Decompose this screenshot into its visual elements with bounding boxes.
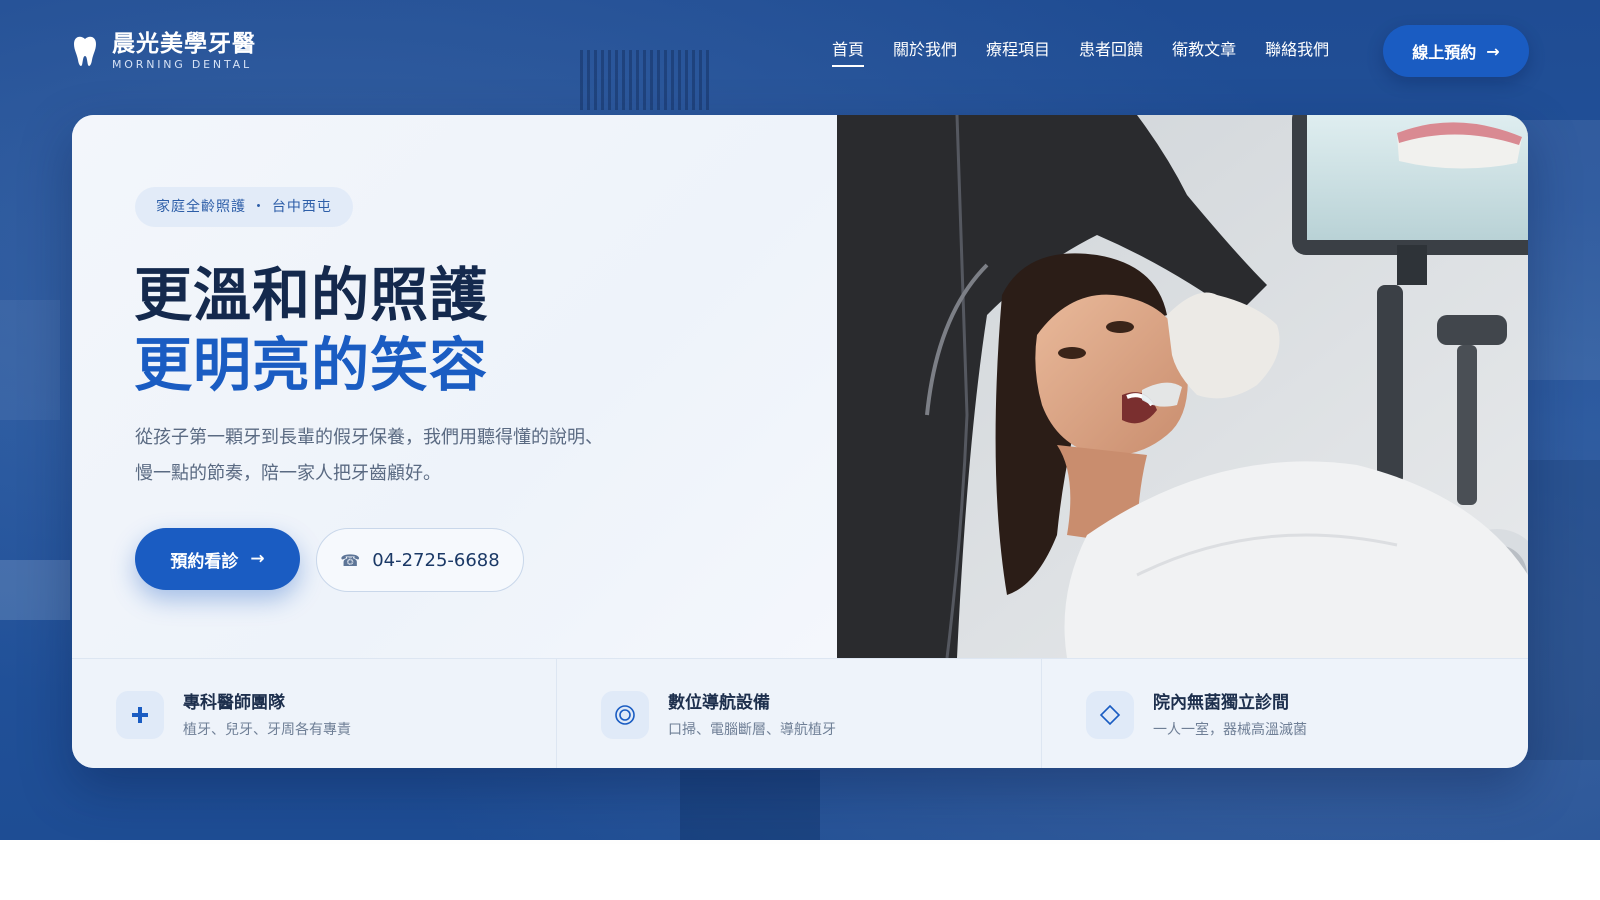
main-menu: 首頁 關於我們 療程項目 患者回饋 衛教文章 聯絡我們 [832,38,1358,67]
feature-title: 專科醫師團隊 [183,693,285,713]
feature-title: 院內無菌獨立診間 [1153,693,1289,713]
hero-description: 從孩子第一顆牙到長輩的假牙保養，我們用聽得懂的說明、慢一點的節奏，陪一家人把牙齒… [135,427,603,484]
plus-icon [116,691,164,739]
brand-name: 晨光美學牙醫 [112,31,256,57]
diamond-icon [1086,691,1134,739]
background-decor [1520,120,1600,380]
phone-button[interactable]: ☎ 04-2725-6688 [316,528,524,592]
nav-item-contact[interactable]: 聯絡我們 [1265,38,1329,62]
brand-text: 晨光美學牙醫 MORNING DENTAL [112,30,256,71]
target-icon [601,691,649,739]
background-decor [680,770,820,840]
feature-title: 數位導航設備 [668,693,770,713]
hero-title-line2: 更明亮的笑容 [134,331,489,399]
book-appointment-button[interactable]: 預約看診 → [135,528,300,590]
feature-item: 專科醫師團隊 植牙、兒牙、牙周各有專責 [72,659,557,768]
arrow-right-icon: → [1486,41,1500,61]
feature-subtitle: 植牙、兒牙、牙周各有專責 [183,722,351,738]
nav-item-treatments[interactable]: 療程項目 [986,38,1050,62]
phone-number: 04-2725-6688 [372,549,500,571]
feature-subtitle: 一人一室，器械高溫滅菌 [1153,722,1307,738]
nav-item-reviews[interactable]: 患者回饋 [1079,38,1143,62]
background-decor [0,300,60,420]
tooth-icon [74,36,96,66]
hero-photo [837,115,1528,658]
online-booking-label: 線上預約 [1412,43,1477,62]
dental-patient-photo [837,115,1528,658]
hero-card: 家庭全齡照護 ・ 台中西屯 更溫和的照護 更明亮的笑容 從孩子第一顆牙到長輩的假… [72,115,1528,768]
arrow-right-icon: → [250,549,265,569]
book-appointment-label: 預約看診 [170,551,239,572]
feature-item: 數位導航設備 口掃、電腦斷層、導航植牙 [557,659,1042,768]
feature-subtitle: 口掃、電腦斷層、導航植牙 [668,722,836,738]
hero-content: 家庭全齡照護 ・ 台中西屯 更溫和的照護 更明亮的笑容 從孩子第一顆牙到長輩的假… [72,115,837,658]
nav-item-about[interactable]: 關於我們 [893,38,957,62]
nav-item-home[interactable]: 首頁 [832,38,865,67]
brand-subtitle: MORNING DENTAL [112,58,252,71]
feature-item: 院內無菌獨立診間 一人一室，器械高溫滅菌 [1042,659,1527,768]
nav-item-articles[interactable]: 衛教文章 [1172,38,1236,62]
hero-title-line1: 更溫和的照護 [134,261,489,329]
phone-icon: ☎ [340,550,361,570]
online-booking-button[interactable]: 線上預約 → [1383,25,1529,77]
top-navigation: 晨光美學牙醫 MORNING DENTAL 首頁 關於我們 療程項目 患者回饋 … [0,0,1600,110]
location-tag: 家庭全齡照護 ・ 台中西屯 [135,187,353,227]
background-decor [1520,460,1600,760]
background-decor [0,560,70,620]
feature-strip: 專科醫師團隊 植牙、兒牙、牙周各有專責 數位導航設備 口掃、電腦斷層、導航植牙 … [72,658,1528,768]
brand-logo[interactable]: 晨光美學牙醫 MORNING DENTAL [72,30,256,71]
